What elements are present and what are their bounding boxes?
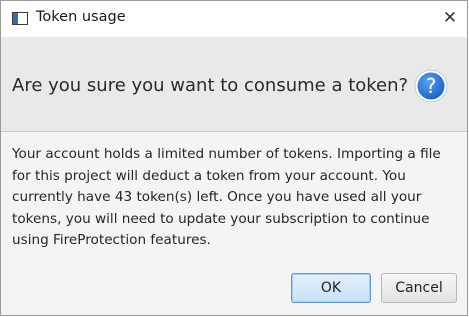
question-glyph: ? [426, 74, 437, 98]
header-divider [1, 131, 467, 132]
header-question: Are you sure you want to consume a token… [12, 75, 409, 96]
question-icon: ? [414, 69, 448, 103]
message-text: Your account holds a limited number of t… [12, 146, 441, 248]
dialog-header: Are you sure you want to consume a token… [1, 37, 467, 131]
cancel-button[interactable]: Cancel [381, 273, 457, 303]
title-bar[interactable]: Token usage ✕ [1, 1, 467, 37]
token-usage-dialog: Token usage ✕ Are you sure you want to c… [0, 0, 468, 316]
ok-button[interactable]: OK [291, 273, 371, 303]
close-icon[interactable]: ✕ [433, 1, 467, 37]
window-icon [12, 12, 28, 25]
window-title: Token usage [36, 9, 126, 25]
